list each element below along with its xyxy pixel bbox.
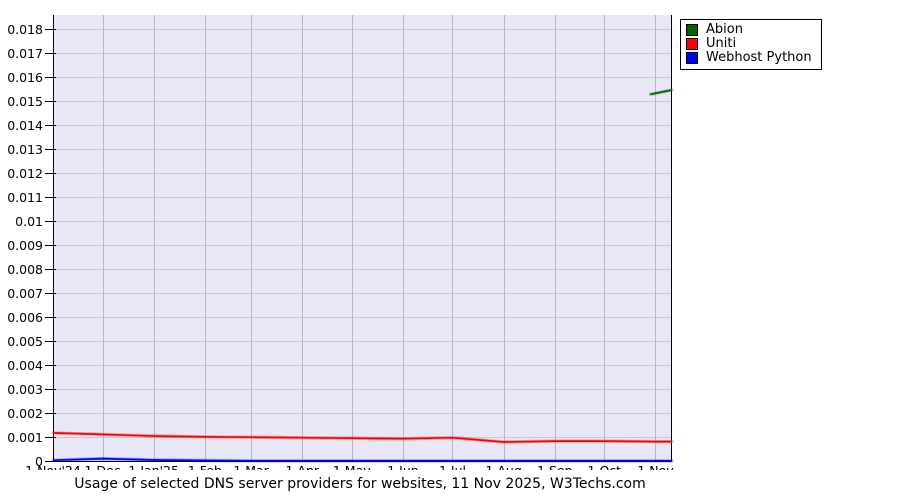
y-axis-tick-label: 0.007 [7,286,43,301]
y-axis-tick-label: 0.011 [7,190,43,205]
legend-label: Abion [706,22,743,37]
chart-plot: 00.0010.0020.0030.0040.0050.0060.0070.00… [7,15,674,470]
y-axis-tick-label: 0.014 [7,118,43,133]
x-axis-tick-label: 1 Mar [233,463,269,470]
legend-item-uniti: Uniti [686,37,815,51]
y-axis-tick-label: 0.008 [7,262,43,277]
legend-swatch-icon [686,52,698,64]
chart-caption: Usage of selected DNS server providers f… [74,476,646,492]
legend-item-webhost-python: Webhost Python [686,51,815,65]
y-axis-tick-label: 0.016 [7,70,43,85]
legend: Abion Uniti Webhost Python [680,19,822,70]
y-axis-tick-label: 0.017 [7,46,43,61]
y-axis-tick-label: 0.006 [7,310,43,325]
x-axis-tick-label: 1 Feb [188,463,222,470]
x-axis-tick-label: 1 Aug [485,463,521,470]
x-axis-tick-label: 1 Nov'24 [25,463,81,470]
x-axis-tick-label: 1 Jan'25 [128,463,179,470]
y-axis-tick-label: 0.018 [7,22,43,37]
x-axis-tick-label: 1 Oct [588,463,622,470]
x-axis-tick-label: 1 Apr [285,463,319,470]
legend-label: Webhost Python [706,50,812,65]
y-axis-tick-label: 0.001 [7,430,43,445]
legend-swatch-icon [686,38,698,50]
y-axis-tick-label: 0.004 [7,358,43,373]
x-axis-tick-label: 1 Dec [84,463,120,470]
plot-area [53,15,672,461]
x-axis-tick-label: 1 Jun [387,463,418,470]
x-axis-tick-label: 1 May [333,463,371,470]
y-axis-tick-label: 0.009 [7,238,43,253]
y-axis-tick-label: 0.003 [7,382,43,397]
x-axis-tick-label: 1 Sep [537,463,573,470]
y-axis-tick-label: 0.012 [7,166,43,181]
y-axis-tick-label: 0.015 [7,94,43,109]
y-axis-tick-label: 0.01 [15,214,43,229]
y-axis-tick-label: 0.005 [7,334,43,349]
w3techs-usage-chart: 0 0.001 0.002 0.003 0.004 0.005 0.006 0.007 0.00… [0,0,900,500]
x-axis-tick-label: 1 Jul [439,463,466,470]
legend-label: Uniti [706,36,737,51]
x-axis-tick-label: 1 Nov [637,463,674,470]
legend-swatch-icon [686,24,698,36]
y-axis-tick-label: 0.002 [7,406,43,421]
y-axis-tick-label: 0.013 [7,142,43,157]
legend-item-abion: Abion [686,23,815,37]
